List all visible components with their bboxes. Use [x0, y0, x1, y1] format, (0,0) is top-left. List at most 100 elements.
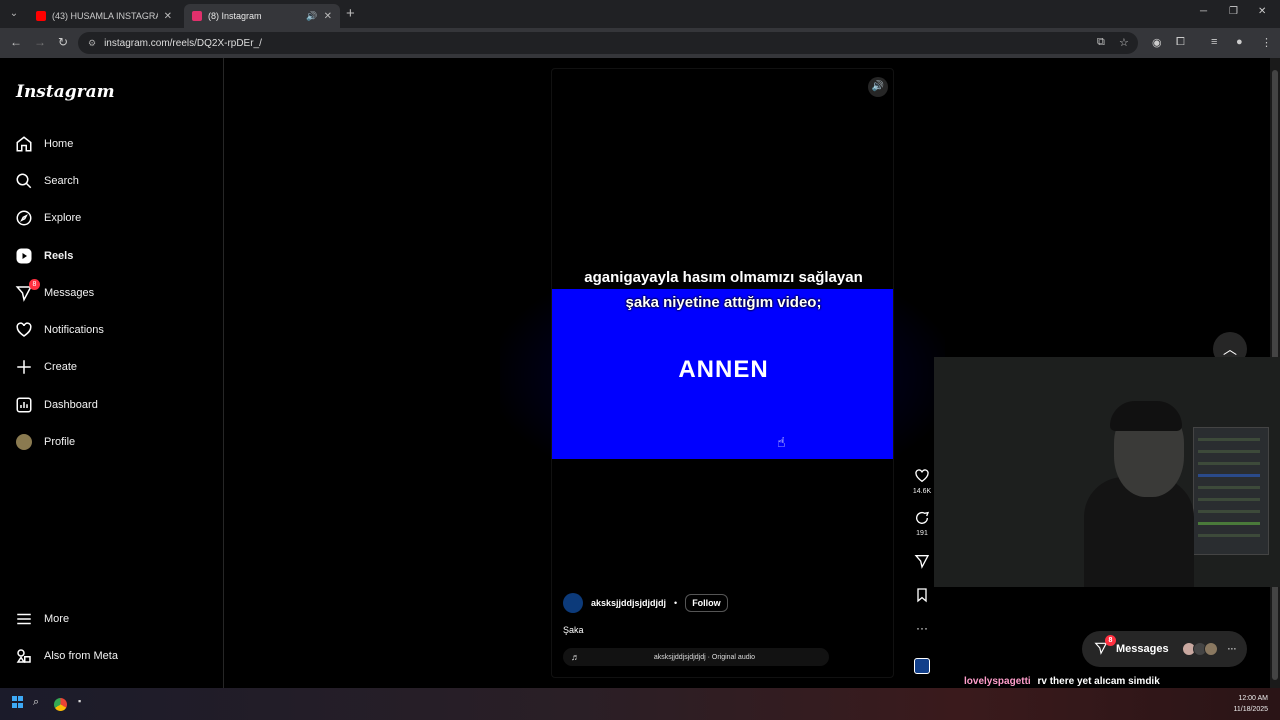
- sidebar-item-label: Explore: [44, 212, 82, 224]
- sidebar-item-home[interactable]: Home: [14, 132, 73, 156]
- install-app-icon[interactable]: ⧉: [1097, 36, 1105, 49]
- sidebar-item-create[interactable]: Create: [14, 355, 77, 379]
- camera-extension-icon[interactable]: ◉: [1152, 36, 1162, 49]
- windows-taskbar: ⌕ ▪ 12:00 AM 11/18/2025: [0, 688, 1280, 720]
- comment-count: 191: [916, 530, 928, 537]
- chat-username: lovelyspagetti: [964, 676, 1031, 687]
- media-controls-icon[interactable]: ≡: [1211, 36, 1217, 48]
- like-count: 14.6K: [912, 488, 932, 495]
- reel-video[interactable]: 🔊 aganigayayla hasım olmamızı sağlayan ş…: [551, 68, 894, 678]
- sidebar-item-explore[interactable]: Explore: [14, 206, 81, 230]
- like-icon[interactable]: [912, 468, 932, 487]
- overlay-line-1: aganigayayla hasım olmamızı sağlayan: [584, 269, 863, 286]
- tab-audio-icon[interactable]: 🔊: [306, 11, 317, 22]
- browser-tab-strip: ⌄ (43) HUSAMLA INSTAGRAM VA ✕ (8) Instag…: [0, 0, 1280, 28]
- forward-icon[interactable]: →: [34, 35, 46, 49]
- author-avatar[interactable]: [563, 593, 583, 613]
- tab-instagram[interactable]: (8) Instagram 🔊 ✕: [184, 4, 340, 28]
- site-info-icon[interactable]: ⚙: [88, 38, 96, 49]
- menu-icon: [14, 609, 34, 629]
- search-icon: [14, 171, 34, 191]
- save-bookmark-icon[interactable]: [912, 587, 932, 606]
- messenger-icon: 8: [14, 279, 40, 303]
- sidebar-item-label: More: [44, 613, 70, 625]
- author-username[interactable]: aksksjjddjsjdjdjdj: [591, 598, 666, 608]
- close-window-icon[interactable]: ✕: [1258, 6, 1266, 17]
- compass-icon: [14, 208, 34, 228]
- clock-date: 11/18/2025: [1233, 706, 1268, 713]
- meta-icon: [14, 646, 34, 666]
- sidebar-item-profile[interactable]: Profile: [14, 430, 75, 454]
- url-text: instagram.com/reels/DQ2X-rpDEr_/: [104, 37, 262, 49]
- webcam-person-cap: [1110, 401, 1182, 431]
- reels-icon: [14, 246, 34, 266]
- sidebar-item-label: Profile: [44, 436, 76, 448]
- mute-toggle-icon[interactable]: 🔊: [868, 77, 888, 97]
- home-icon: [14, 134, 34, 154]
- sidebar-item-also-from-meta[interactable]: Also from Meta: [14, 644, 118, 668]
- reel-author-row: aksksjjddjsjdjdjdj • Follow: [563, 593, 728, 613]
- browser-menu-icon[interactable]: ⋮: [1261, 36, 1272, 49]
- tab-search-chevron-icon[interactable]: ⌄: [6, 6, 22, 22]
- chat-text: rv there yet alıcam simdik: [1037, 676, 1160, 687]
- reel-caption: Şaka: [563, 625, 584, 635]
- follow-button[interactable]: Follow: [685, 594, 728, 612]
- share-icon[interactable]: [912, 553, 932, 572]
- overlay-line-2: şaka niyetine attığım video;: [625, 294, 822, 311]
- instagram-sidebar: Instagram Home Search Explore Reels 8 Me…: [0, 58, 224, 688]
- avatar: [14, 432, 34, 452]
- reload-icon[interactable]: ↻: [58, 35, 68, 49]
- taskbar-search-icon[interactable]: ⌕: [33, 696, 39, 709]
- tab-close-icon[interactable]: ✕: [164, 11, 172, 22]
- instagram-logo[interactable]: Instagram: [16, 82, 115, 102]
- separator-dot: •: [674, 598, 678, 608]
- sidebar-item-label: Create: [44, 361, 78, 373]
- music-note-icon: ♬: [571, 652, 580, 662]
- card-text: ANNEN: [678, 356, 769, 383]
- more-chats-icon: ···: [1227, 644, 1237, 654]
- minimize-icon[interactable]: ─: [1200, 6, 1207, 17]
- messages-badge: 8: [29, 279, 40, 290]
- messages-badge: 8: [1105, 634, 1116, 646]
- sidebar-item-reels[interactable]: Reels: [14, 244, 73, 268]
- sidebar-item-label: Search: [44, 175, 79, 187]
- messenger-icon: 8: [1094, 634, 1116, 658]
- video-overlay-text: aganigayayla hasım olmamızı sağlayan şak…: [552, 265, 893, 315]
- messages-dock[interactable]: 8 Messages ···: [1082, 631, 1247, 667]
- restore-icon[interactable]: ❐: [1229, 6, 1238, 17]
- hand-cursor-icon: ☝: [777, 434, 786, 450]
- tab-youtube[interactable]: (43) HUSAMLA INSTAGRAM VA ✕: [28, 4, 180, 28]
- clock-time: 12:00 AM: [1238, 695, 1268, 702]
- sidebar-item-more[interactable]: More: [14, 607, 69, 631]
- webcam-overlay: [934, 357, 1280, 587]
- sidebar-item-search[interactable]: Search: [14, 169, 79, 193]
- sidebar-item-label: Reels: [44, 250, 74, 262]
- obs-taskbar-icon[interactable]: ▪: [78, 696, 81, 706]
- url-bar[interactable]: ⚙ instagram.com/reels/DQ2X-rpDEr_/: [78, 32, 1138, 54]
- recent-chat-avatars: [1181, 642, 1218, 656]
- audio-attribution[interactable]: ♬ aksksjjddjsjdjdjdj · Original audio: [563, 648, 829, 666]
- address-toolbar: ← → ↻ ⚙ instagram.com/reels/DQ2X-rpDEr_/…: [0, 28, 1280, 58]
- tab-title: (8) Instagram: [208, 11, 262, 21]
- profile-avatar-icon[interactable]: ●: [1236, 36, 1243, 48]
- webcam-background-monitor: [1193, 427, 1269, 555]
- sidebar-item-dashboard[interactable]: Dashboard: [14, 393, 98, 417]
- bookmark-star-icon[interactable]: ☆: [1119, 36, 1129, 49]
- stream-chat-message: lovelyspagetti rv there yet alıcam simdi…: [964, 676, 1160, 687]
- messages-dock-label: Messages: [1116, 643, 1169, 655]
- extensions-icon[interactable]: ⧠: [1176, 36, 1185, 49]
- chrome-taskbar-icon[interactable]: [54, 698, 67, 711]
- windows-start-icon[interactable]: [12, 696, 24, 708]
- tab-close-icon[interactable]: ✕: [324, 11, 332, 22]
- sidebar-item-messages[interactable]: 8 Messages: [14, 279, 95, 305]
- comment-icon[interactable]: [912, 510, 932, 529]
- back-icon[interactable]: ←: [10, 35, 22, 49]
- sidebar-item-notifications[interactable]: Notifications: [14, 318, 104, 342]
- sidebar-item-label: Dashboard: [44, 399, 98, 411]
- system-clock[interactable]: 12:00 AM 11/18/2025: [1233, 693, 1268, 715]
- sidebar-item-label: Messages: [44, 287, 95, 299]
- tab-title: (43) HUSAMLA INSTAGRAM VA: [52, 11, 158, 21]
- more-options-icon[interactable]: ···: [912, 621, 932, 635]
- audio-thumbnail[interactable]: [914, 658, 930, 674]
- new-tab-button[interactable]: +: [346, 5, 355, 22]
